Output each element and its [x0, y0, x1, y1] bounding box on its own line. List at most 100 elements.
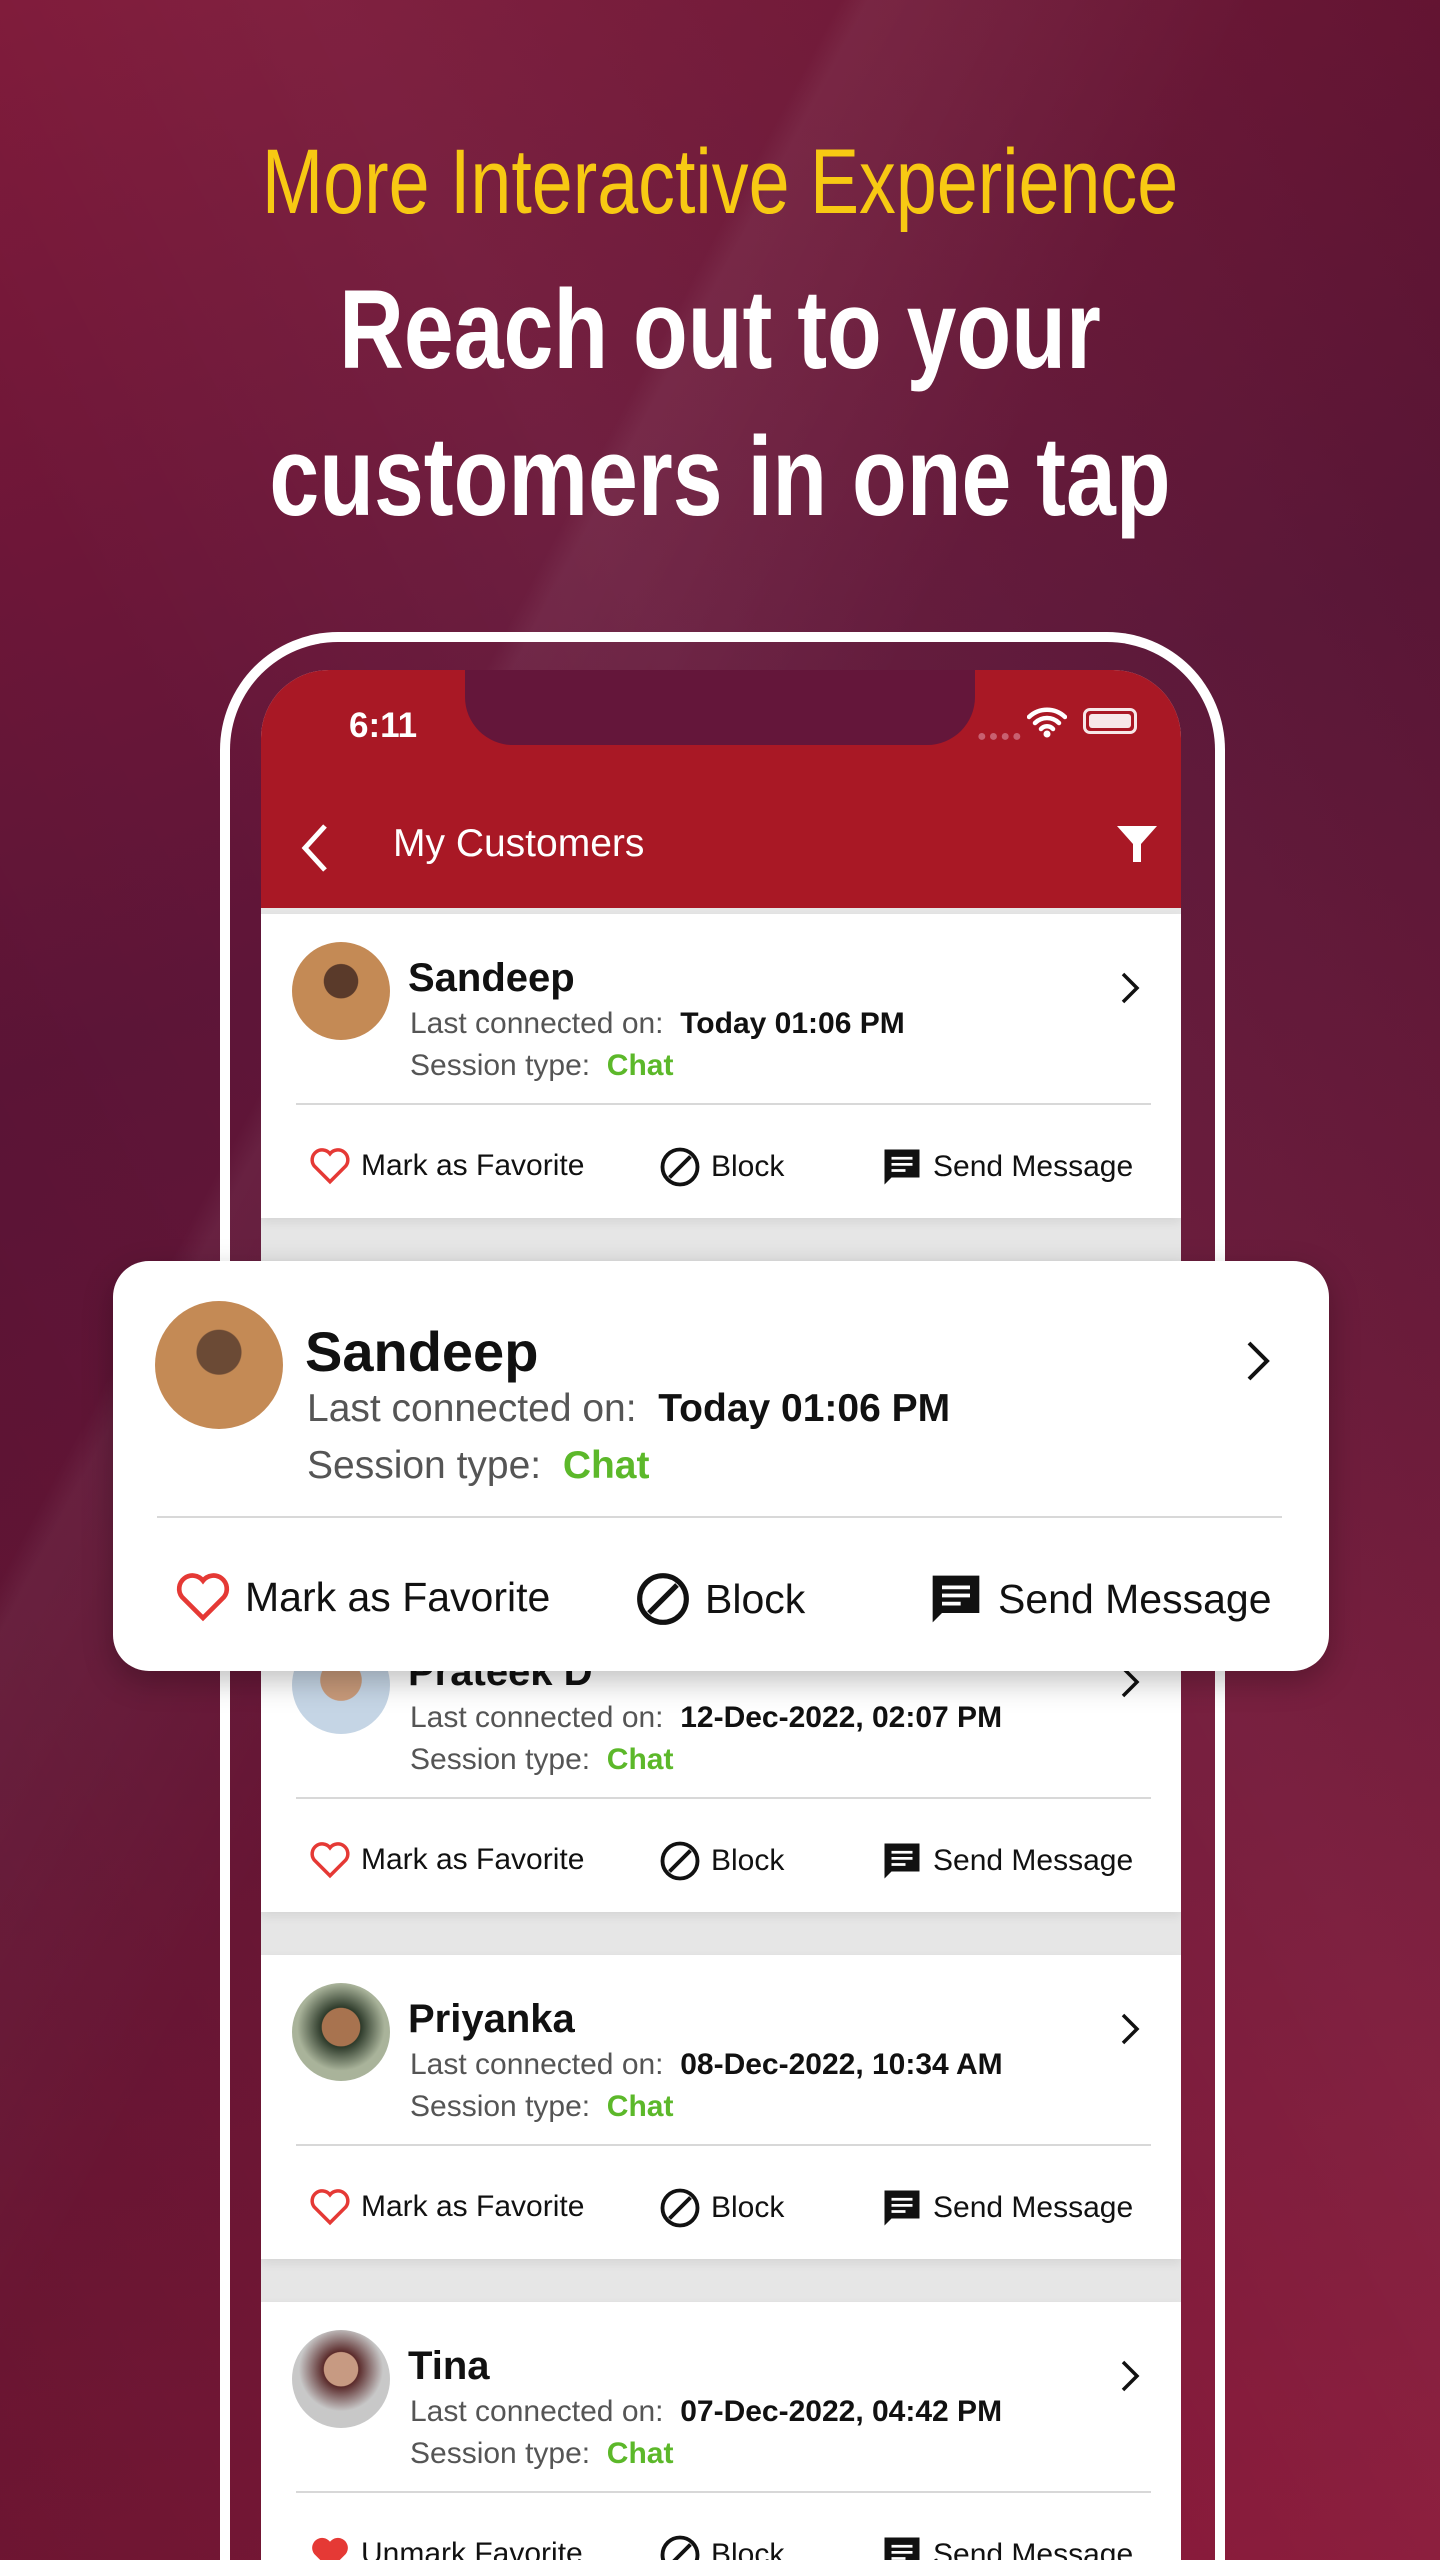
session-type-label: Session type:	[307, 1444, 542, 1487]
session-type-value: Chat	[562, 1444, 650, 1487]
chevron-right-icon[interactable]	[1243, 1339, 1273, 1383]
signal-icon: ●●●●	[977, 728, 1024, 745]
favorite-label: Mark as Favorite	[361, 2190, 585, 2223]
favorite-label: Mark as Favorite	[361, 1843, 585, 1876]
session-type: Session type: Chat	[410, 1743, 673, 1777]
page-title: My Customers	[393, 822, 645, 865]
block-button[interactable]: Block	[635, 1571, 805, 1627]
divider	[296, 2491, 1151, 2493]
send-message-label: Send Message	[933, 2191, 1134, 2224]
chevron-right-icon[interactable]	[1118, 970, 1142, 1006]
filter-icon[interactable]	[1115, 822, 1159, 866]
session-type: Session type: Chat	[410, 2090, 673, 2124]
session-type-value: Chat	[606, 2090, 674, 2123]
block-button[interactable]: Block	[659, 1840, 784, 1882]
session-type-label: Session type:	[410, 1049, 591, 1082]
mark-favorite-button[interactable]: Mark as Favorite	[175, 1571, 550, 1623]
send-message-button[interactable]: Send Message	[881, 1146, 1133, 1188]
favorite-label: Mark as Favorite	[245, 1573, 551, 1620]
heart-outline-icon	[176, 1573, 230, 1622]
promo-headline-line1: Reach out to your	[339, 267, 1101, 392]
last-connected: Last connected on: 12-Dec-2022, 02:07 PM	[410, 1701, 1002, 1735]
block-button[interactable]: Block	[659, 2534, 784, 2560]
unmark-favorite-button[interactable]: Unmark Favorite	[309, 2534, 583, 2560]
block-label: Block	[711, 1150, 785, 1183]
heart-outline-icon	[310, 1148, 350, 1185]
customer-card[interactable]: Priyanka Last connected on: 08-Dec-2022,…	[261, 1955, 1181, 2259]
session-type-value: Chat	[606, 1049, 674, 1082]
last-connected-value: 08-Dec-2022, 10:34 AM	[680, 2048, 1003, 2081]
back-button[interactable]	[295, 820, 335, 876]
block-icon	[660, 2188, 700, 2228]
block-label: Block	[711, 2191, 785, 2224]
customer-card[interactable]: Sandeep Last connected on: Today 01:06 P…	[261, 914, 1181, 1218]
last-connected: Last connected on: Today 01:06 PM	[307, 1387, 950, 1431]
divider	[296, 2144, 1151, 2146]
favorite-label: Unmark Favorite	[361, 2537, 583, 2560]
message-icon	[884, 2537, 920, 2560]
block-label: Block	[705, 1575, 806, 1622]
mark-favorite-button[interactable]: Mark as Favorite	[309, 2187, 584, 2227]
last-connected-value: Today 01:06 PM	[658, 1387, 951, 1430]
favorite-label: Mark as Favorite	[361, 1149, 585, 1182]
last-connected: Last connected on: Today 01:06 PM	[410, 1007, 905, 1041]
mark-favorite-button[interactable]: Mark as Favorite	[309, 1146, 584, 1186]
customer-name: Tina	[408, 2344, 490, 2388]
last-connected-label: Last connected on:	[410, 1007, 664, 1040]
promo-headline-line2: customers in one tap	[269, 414, 1171, 539]
block-icon	[660, 1841, 700, 1881]
block-label: Block	[711, 1844, 785, 1877]
customer-name: Sandeep	[305, 1320, 539, 1383]
customer-card[interactable]: Tina Last connected on: 07-Dec-2022, 04:…	[261, 2302, 1181, 2560]
send-message-button[interactable]: Send Message	[881, 1840, 1133, 1882]
block-label: Block	[711, 2538, 785, 2560]
last-connected-label: Last connected on:	[410, 1701, 664, 1734]
last-connected: Last connected on: 07-Dec-2022, 04:42 PM	[410, 2395, 1002, 2429]
block-button[interactable]: Block	[659, 2187, 784, 2229]
last-connected: Last connected on: 08-Dec-2022, 10:34 AM	[410, 2048, 1003, 2082]
session-type-value: Chat	[606, 1743, 674, 1776]
last-connected-label: Last connected on:	[410, 2395, 664, 2428]
wifi-icon	[1027, 707, 1067, 738]
send-message-button[interactable]: Send Message	[881, 2187, 1133, 2229]
send-message-button[interactable]: Send Message	[928, 1571, 1272, 1627]
session-type-label: Session type:	[410, 2090, 591, 2123]
heart-outline-icon	[310, 2189, 350, 2226]
block-icon	[660, 2535, 700, 2560]
customer-name: Sandeep	[408, 956, 575, 1000]
session-type: Session type: Chat	[410, 2437, 673, 2471]
last-connected-label: Last connected on:	[307, 1387, 637, 1430]
session-type: Session type: Chat	[307, 1444, 649, 1488]
avatar	[292, 942, 390, 1040]
phone-notch	[465, 670, 975, 745]
customer-popup-card[interactable]: Sandeep Last connected on: Today 01:06 P…	[113, 1261, 1329, 1671]
avatar	[292, 2330, 390, 2428]
block-icon	[637, 1573, 689, 1625]
avatar	[292, 1983, 390, 2081]
send-message-label: Send Message	[933, 1844, 1134, 1877]
divider	[296, 1103, 1151, 1105]
message-icon	[884, 2190, 920, 2226]
send-message-button[interactable]: Send Message	[881, 2534, 1133, 2560]
message-icon	[932, 1575, 980, 1623]
app-header: 6:11 ●●●● My Customers	[261, 670, 1181, 908]
session-type-label: Session type:	[410, 1743, 591, 1776]
battery-icon	[1083, 708, 1137, 734]
last-connected-value: 07-Dec-2022, 04:42 PM	[680, 2395, 1003, 2428]
session-type: Session type: Chat	[410, 1049, 673, 1083]
customer-name: Priyanka	[408, 1997, 575, 2041]
block-button[interactable]: Block	[659, 1146, 784, 1188]
send-message-label: Send Message	[998, 1575, 1272, 1622]
mark-favorite-button[interactable]: Mark as Favorite	[309, 1840, 584, 1880]
heart-outline-icon	[310, 1842, 350, 1879]
send-message-label: Send Message	[933, 1150, 1134, 1183]
last-connected-value: 12-Dec-2022, 02:07 PM	[680, 1701, 1003, 1734]
send-message-label: Send Message	[933, 2538, 1134, 2560]
session-type-value: Chat	[606, 2437, 674, 2470]
chevron-right-icon[interactable]	[1118, 2011, 1142, 2047]
chevron-right-icon[interactable]	[1118, 2358, 1142, 2394]
message-icon	[884, 1149, 920, 1185]
heart-filled-icon	[312, 2537, 348, 2560]
avatar	[155, 1301, 283, 1429]
promo-tagline: More Interactive Experience	[261, 131, 1179, 233]
